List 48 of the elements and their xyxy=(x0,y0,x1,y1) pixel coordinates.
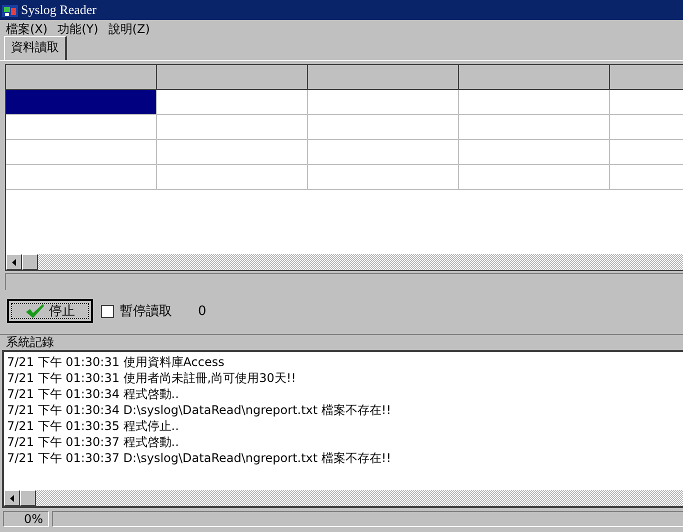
grid-cell[interactable] xyxy=(459,140,610,165)
grid-cell[interactable] xyxy=(459,165,610,190)
group-title: 系統記錄 xyxy=(6,335,54,349)
grid-cell[interactable] xyxy=(157,140,308,165)
column-header[interactable] xyxy=(157,65,308,90)
grid-cell[interactable] xyxy=(308,90,459,115)
progress-pane: 0% xyxy=(3,511,49,527)
scroll-left-button[interactable] xyxy=(6,254,22,270)
left-arrow-icon xyxy=(10,494,14,502)
grid-cell[interactable] xyxy=(308,115,459,140)
checkbox-label: 暫停讀取 xyxy=(120,303,172,320)
grid-cell[interactable] xyxy=(6,140,157,165)
tab[interactable]: 資料讀取 xyxy=(4,36,67,60)
menu-item[interactable]: 檔案(X) xyxy=(6,20,48,38)
menu-item[interactable]: 說明(Z) xyxy=(108,20,150,38)
log-line: 7/21 下午 01:30:34 D:\syslog\DataRead\ngreport.txt 檔案不存在!! xyxy=(7,402,392,418)
column-header[interactable] xyxy=(459,65,610,90)
grid-cell[interactable] xyxy=(6,115,157,140)
grid-cell[interactable] xyxy=(459,115,610,140)
grid-cell[interactable] xyxy=(6,90,157,115)
scroll-thumb[interactable] xyxy=(20,490,36,506)
left-arrow-icon xyxy=(12,258,16,266)
log-line: 7/21 下午 01:30:34 程式啓動.. xyxy=(7,386,180,402)
scroll-thumb[interactable] xyxy=(22,254,38,270)
column-header[interactable] xyxy=(308,65,459,90)
log-line: 7/21 下午 01:30:37 程式啓動.. xyxy=(7,434,180,450)
menu-item[interactable]: 功能(Y) xyxy=(58,20,98,38)
stop-button[interactable]: 停止 xyxy=(7,299,93,323)
horizontal-scrollbar[interactable] xyxy=(4,490,683,506)
grid-cell[interactable] xyxy=(6,165,157,190)
scroll-left-button[interactable] xyxy=(4,490,20,506)
column-header[interactable] xyxy=(6,65,157,90)
grid-cell[interactable] xyxy=(308,165,459,190)
checkmark-icon xyxy=(25,303,45,319)
log-line: 7/21 下午 01:30:35 程式停止.. xyxy=(7,418,180,434)
counter: 0 xyxy=(198,304,206,318)
window-title: Syslog Reader xyxy=(21,2,96,18)
app-icon xyxy=(2,3,18,17)
grid-cell[interactable] xyxy=(308,140,459,165)
log-line: 7/21 下午 01:30:31 使用資料庫Access xyxy=(7,354,226,370)
grid-cell[interactable] xyxy=(157,115,308,140)
grid-cell[interactable] xyxy=(459,90,610,115)
log-line: 7/21 下午 01:30:31 使用者尚未註冊,尚可使用30天!! xyxy=(7,370,297,386)
log-line: 7/21 下午 01:30:37 D:\syslog\DataRead\ngreport.txt 檔案不存在!! xyxy=(7,450,392,466)
horizontal-scrollbar[interactable] xyxy=(6,254,683,270)
grid-cell[interactable] xyxy=(157,165,308,190)
grid-cell[interactable] xyxy=(157,90,308,115)
pause-checkbox[interactable] xyxy=(101,304,114,318)
